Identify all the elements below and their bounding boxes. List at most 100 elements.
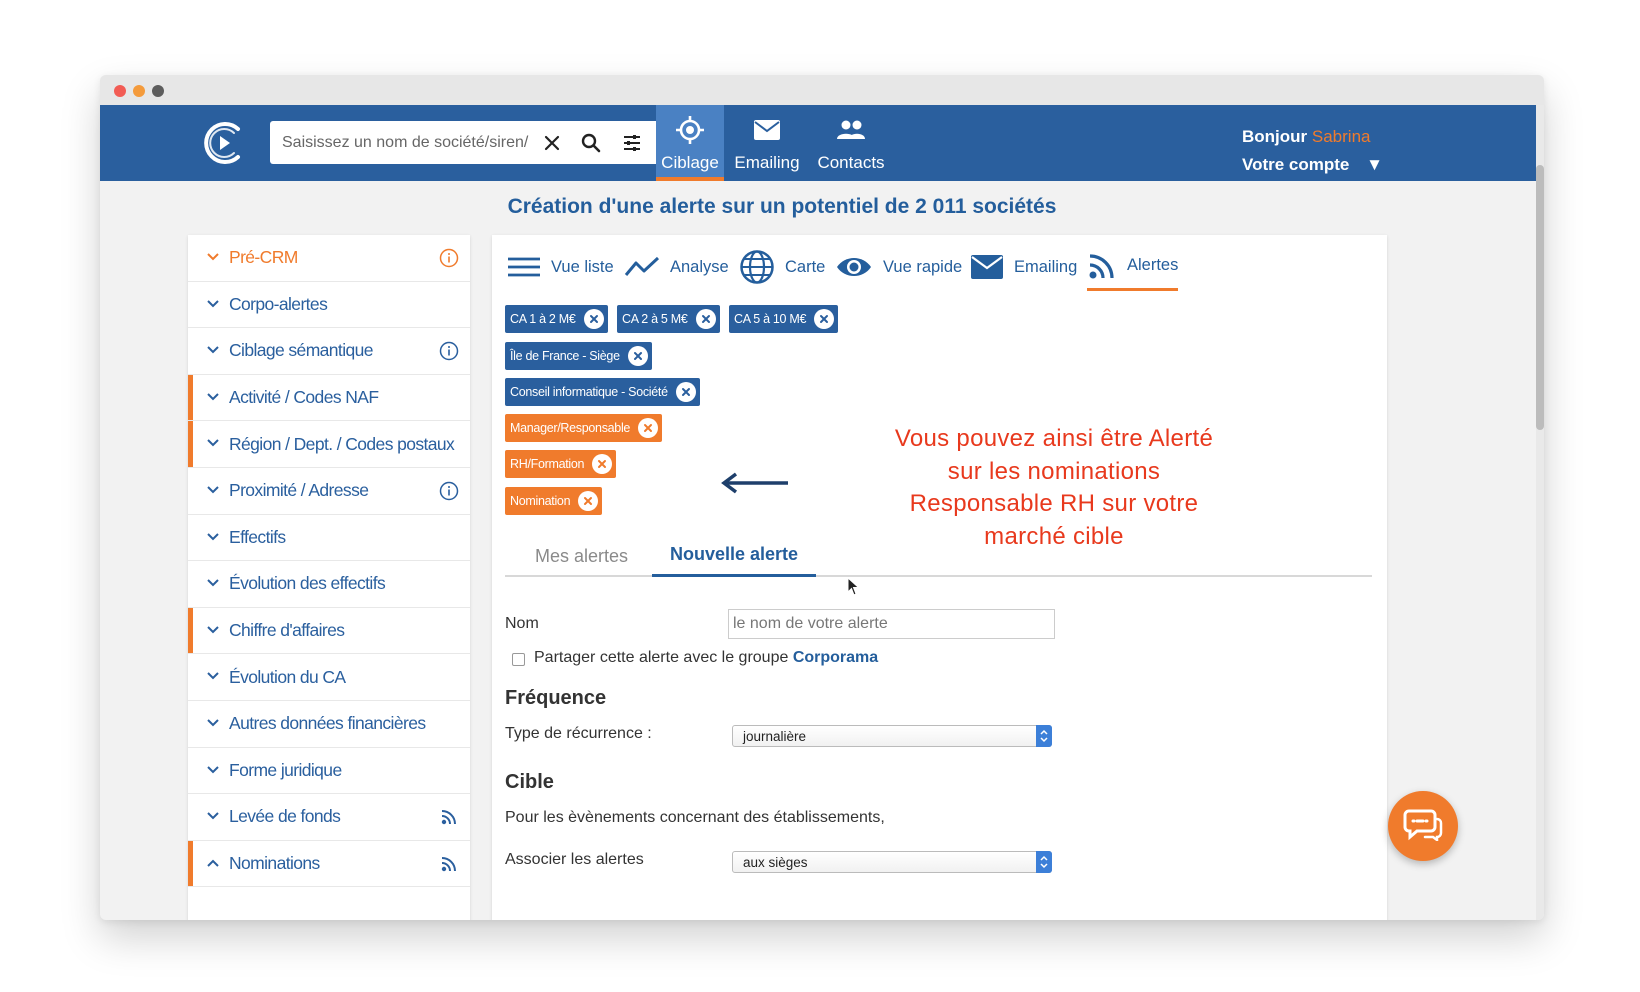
annotation-line: Vous pouvez ainsi être Alerté xyxy=(894,425,1214,452)
sidebar-item-levee-de-fonds[interactable]: Levée de fonds xyxy=(188,794,470,841)
sidebar-item-effectifs[interactable]: Effectifs xyxy=(188,515,470,562)
chat-button[interactable] xyxy=(1388,791,1458,861)
remove-filter-icon[interactable] xyxy=(583,309,604,329)
eye-icon xyxy=(835,254,873,280)
chevron-down-icon xyxy=(207,812,219,820)
select-arrows-icon xyxy=(1036,851,1052,873)
info-icon[interactable] xyxy=(438,340,460,362)
sidebar-item-label: Corpo-alertes xyxy=(229,293,328,314)
recurrence-select[interactable]: journalière xyxy=(732,725,1052,747)
sidebar-item-activite-naf[interactable]: Activité / Codes NAF xyxy=(188,374,470,422)
remove-filter-icon[interactable] xyxy=(675,382,696,402)
sidebar-item-chiffre-affaires[interactable]: Chiffre d'affaires xyxy=(188,607,470,655)
sidebar-item-label: Évolution des effectifs xyxy=(229,573,386,594)
search-filters-icon[interactable] xyxy=(620,131,644,155)
remove-filter-icon[interactable] xyxy=(578,491,599,511)
clear-search-icon[interactable] xyxy=(540,131,564,155)
filter-chip-label: Île de France - Siège xyxy=(510,349,620,363)
remove-filter-icon[interactable] xyxy=(814,309,835,329)
page-title: Création d'une alerte sur un potentiel d… xyxy=(507,195,1057,218)
sidebar-item-label: Région / Dept. / Codes postaux xyxy=(229,433,455,454)
associate-select[interactable]: aux sièges xyxy=(732,851,1052,873)
sidebar-item-nominations[interactable]: Nominations xyxy=(188,840,470,888)
tab-nouvelle-alerte[interactable]: Nouvelle alerte xyxy=(652,535,817,577)
nav-tab-contacts[interactable]: Contacts xyxy=(811,105,891,181)
tab-label: Mes alertes xyxy=(535,545,629,566)
window-zoom-button[interactable] xyxy=(152,85,164,97)
filter-chip-label: Manager/Responsable xyxy=(510,421,631,435)
chevron-down-icon xyxy=(207,532,219,540)
filter-chip: Île de France - Siège xyxy=(505,342,652,370)
greeting: Bonjour Sabrina xyxy=(1242,123,1383,151)
remove-filter-icon[interactable] xyxy=(592,454,613,474)
view-tab-analyse[interactable]: Analyse xyxy=(624,243,729,291)
info-icon[interactable] xyxy=(438,247,460,269)
tab-mes-alertes[interactable]: Mes alertes xyxy=(535,535,628,577)
view-tab-vue-liste[interactable]: Vue liste xyxy=(507,243,614,291)
search-icon[interactable] xyxy=(579,131,603,155)
remove-filter-icon[interactable] xyxy=(627,346,648,366)
info-icon[interactable] xyxy=(438,480,460,502)
view-tab-carte[interactable]: Carte xyxy=(739,243,825,291)
globe-icon xyxy=(739,249,775,285)
corporama-logo-icon[interactable] xyxy=(200,119,248,167)
view-tab-label: Analyse xyxy=(670,257,729,276)
rss-icon[interactable] xyxy=(438,853,460,875)
sidebar-item-label: Proximité / Adresse xyxy=(229,480,369,501)
sidebar-item-label: Chiffre d'affaires xyxy=(229,620,345,641)
top-navbar: Ciblage Emailing Contacts Bonjour Sabrin… xyxy=(100,105,1544,181)
account-menu-label: Votre compte xyxy=(1242,155,1350,174)
trend-line-icon xyxy=(624,255,660,279)
filter-chip-label: CA 1 à 2 M€ xyxy=(510,312,576,326)
company-search-input[interactable] xyxy=(282,121,544,164)
envelope-icon xyxy=(753,113,781,147)
sidebar-item-autres-donnees-financieres[interactable]: Autres données financières xyxy=(188,701,470,748)
caret-down-icon: ▼ xyxy=(1366,155,1383,174)
sidebar-item-label: Ciblage sémantique xyxy=(229,340,373,361)
sidebar-item-label: Levée de fonds xyxy=(229,806,341,827)
rss-icon[interactable] xyxy=(438,806,460,828)
sidebar-item-label: Autres données financières xyxy=(229,713,426,734)
remove-filter-icon[interactable] xyxy=(695,309,716,329)
main-panel: Vue liste Analyse Carte Vue rapide Email… xyxy=(492,235,1387,920)
target-icon xyxy=(675,113,705,147)
sidebar-item-proximite[interactable]: Proximité / Adresse xyxy=(188,468,470,515)
page-scrollbar[interactable] xyxy=(1536,105,1544,920)
alert-name-input[interactable] xyxy=(728,609,1055,639)
nav-tab-label: Contacts xyxy=(817,153,885,172)
nav-tab-label: Emailing xyxy=(734,153,800,172)
browser-window: Ciblage Emailing Contacts Bonjour Sabrin… xyxy=(100,75,1544,920)
sidebar-item-ciblage-semantique[interactable]: Ciblage sémantique xyxy=(188,328,470,375)
view-tab-label: Carte xyxy=(785,257,826,276)
filter-chip-label: CA 5 à 10 M€ xyxy=(734,312,807,326)
chevron-down-icon xyxy=(207,439,219,447)
sidebar-item-evolution-ca[interactable]: Évolution du CA xyxy=(188,654,470,701)
chevron-down-icon xyxy=(207,253,219,261)
view-tab-emailing[interactable]: Emailing xyxy=(970,243,1077,291)
nav-tab-emailing[interactable]: Emailing xyxy=(732,105,802,181)
sidebar-item-forme-juridique[interactable]: Forme juridique xyxy=(188,748,470,795)
chevron-down-icon xyxy=(207,626,219,634)
window-minimize-button[interactable] xyxy=(133,85,145,97)
greeting-text: Bonjour xyxy=(1242,127,1308,146)
sidebar-item-corpo-alertes[interactable]: Corpo-alertes xyxy=(188,282,470,329)
view-tab-alertes[interactable]: Alertes xyxy=(1087,243,1179,291)
people-icon xyxy=(836,113,866,147)
view-tab-vue-rapide[interactable]: Vue rapide xyxy=(835,243,962,291)
nav-tab-ciblage[interactable]: Ciblage xyxy=(656,105,724,181)
tab-label: Nouvelle alerte xyxy=(670,544,799,564)
sidebar-item-pre-crm[interactable]: Pré-CRM xyxy=(188,235,470,282)
sidebar-item-label: Effectifs xyxy=(229,526,286,547)
alert-tabs: Mes alertes Nouvelle alerte xyxy=(505,535,1372,577)
annotation-line: Responsable RH sur votre xyxy=(909,490,1199,517)
sidebar-item-evolution-effectifs[interactable]: Évolution des effectifs xyxy=(188,561,470,608)
filter-chip-label: Conseil informatique - Société xyxy=(510,385,668,399)
frequency-heading: Fréquence xyxy=(505,687,607,709)
remove-filter-icon[interactable] xyxy=(638,418,659,438)
sidebar-item-region[interactable]: Région / Dept. / Codes postaux xyxy=(188,421,470,468)
share-checkbox[interactable] xyxy=(512,653,525,666)
account-menu[interactable]: Votre compte ▼ xyxy=(1242,151,1383,179)
page-scrollbar-thumb[interactable] xyxy=(1536,165,1544,430)
window-close-button[interactable] xyxy=(114,85,126,97)
filter-chip: Nomination xyxy=(505,487,603,515)
